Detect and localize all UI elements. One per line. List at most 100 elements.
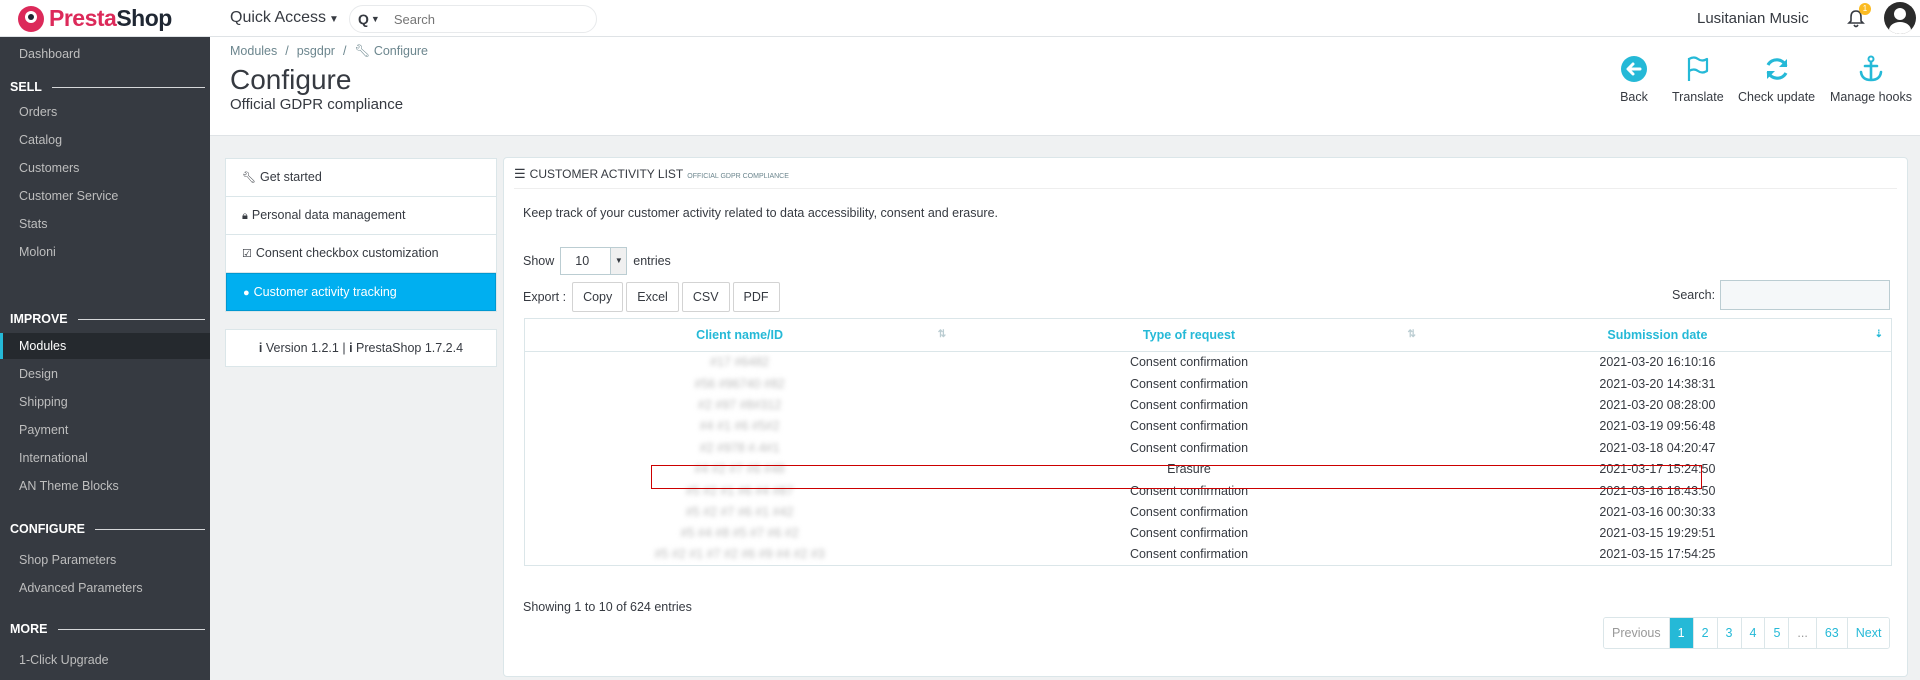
sidebar-item-modules[interactable]: Modules [0,333,210,359]
menu-consent-checkbox-customization[interactable]: ☑ Consent checkbox customization [226,235,496,273]
user-circle-icon: ● [243,287,250,299]
flag-icon [1687,56,1708,81]
table-search-input[interactable] [1720,280,1891,310]
manage-hooks-button[interactable]: Manage hooks [1830,55,1912,104]
sidebar-item-dashboard[interactable]: Dashboard [0,41,210,67]
export-csv-button[interactable]: CSV [681,282,730,312]
info-icon: i [258,341,263,355]
pagination-page-2[interactable]: 2 [1693,618,1718,648]
sidebar-item-payment[interactable]: Payment [0,417,210,443]
column-type-of-request[interactable]: Type of request ⇅ [954,318,1424,352]
list-icon: ☰ [514,166,526,181]
customer-activity-panel: ☰ CUSTOMER ACTIVITY LIST OFFICIAL GDPR C… [503,157,1908,677]
back-button[interactable]: Back [1620,55,1648,104]
table-row: #2 #978 #.4#1 Consent confirmation 2021-03… [699,440,1716,455]
sidebar-section-sell: SELL [10,80,205,94]
breadcrumb-modules[interactable]: Modules [230,44,277,59]
chevron-down-icon: ▼ [610,248,627,274]
table-row: #56 #96740 #82 Consent confirmation 2021-0… [694,376,1716,391]
sidebar-item-advanced-parameters[interactable]: Advanced Parameters [0,575,210,601]
caret-down-icon[interactable]: ▼ [371,14,380,24]
checkbox-icon: ☑ [242,248,252,260]
header-search: Q ▼ [349,5,597,33]
table-search: Search: [1672,280,1891,310]
logo-suffix: Shop [116,5,172,31]
export-pdf-button[interactable]: PDF [732,282,780,312]
sort-icon: ⇅ [1407,329,1416,340]
panel-description: Keep track of your customer activity rel… [523,206,998,220]
export-excel-button[interactable]: Excel [626,282,679,312]
panel-heading: ☰ CUSTOMER ACTIVITY LIST OFFICIAL GDPR C… [514,166,789,181]
refresh-icon [1766,58,1788,80]
page-header: Modules / psgdpr / 🔧︎ Configure Configur… [210,37,1920,136]
sidebar-item-shipping[interactable]: Shipping [0,389,210,415]
sidebar-item-stats[interactable]: Stats [0,211,210,237]
page-title: Configure [230,64,352,95]
anchor-icon [1859,55,1883,82]
breadcrumb-psgdpr[interactable]: psgdpr [297,44,335,59]
back-arrow-icon [1621,56,1647,82]
sidebar-section-more: MORE [10,622,205,636]
search-icon[interactable]: Q [358,11,369,27]
sidebar-item-customers[interactable]: Customers [0,155,210,181]
info-icon: i [349,341,353,355]
sidebar-item-an-theme-blocks[interactable]: AN Theme Blocks [0,473,210,499]
sidebar: Dashboard SELL Orders Catalog Customers … [0,37,210,680]
sidebar-item-shop-parameters[interactable]: Shop Parameters [0,547,210,573]
search-input[interactable] [393,11,554,27]
menu-customer-activity-tracking[interactable]: ● Customer activity tracking [226,273,496,311]
page-subtitle: Official GDPR compliance [230,96,404,113]
pagination-page-1[interactable]: 1 [1669,618,1694,648]
translate-button[interactable]: Translate [1672,55,1724,104]
table-row: #5 #2 #1 #6 #4 #87 Consent confirmation 20… [685,483,1716,498]
shop-name-link[interactable]: Lusitanian Music [1697,10,1809,27]
export-copy-button[interactable]: Copy [572,282,624,312]
breadcrumb-configure: Configure [373,44,429,58]
module-menu: 🔧︎ Get started 🔒︎ Personal data management… [225,158,497,312]
column-submission-date[interactable]: Submission date ⇣ [1423,318,1892,352]
caret-down-icon: ▼ [329,14,339,25]
quick-access-label: Quick Access [230,9,327,26]
table-row: #17 #6482 Consent confirmation 2021-03-20 … [710,355,1716,370]
sort-icon: ⇅ [937,329,947,340]
pagination-previous[interactable]: Previous [1604,618,1670,648]
sidebar-item-customer-service[interactable]: Customer Service [0,183,210,209]
pagination: Previous 1 2 3 4 5 ... 63 Next [1603,617,1891,649]
table-row: #4 #1 #6 #5#2 Consent confirmation 2021-03… [699,419,1716,434]
sidebar-section-configure: CONFIGURE [10,522,205,536]
menu-personal-data-management[interactable]: 🔒︎ Personal data management [226,197,496,235]
pagination-page-63[interactable]: 63 [1816,618,1848,648]
sidebar-item-international[interactable]: International [0,445,210,471]
table-row: #2 #97 #8#312 Consent confirmation 2021-03… [697,397,1716,412]
wrench-icon: 🔧︎ [354,44,371,58]
prestashop-logo[interactable]: PrestaShop [18,5,172,32]
sidebar-item-design[interactable]: Design [0,361,210,387]
quick-access-dropdown[interactable]: Quick Access ▼ [230,9,339,27]
menu-get-started[interactable]: 🔧︎ Get started [226,159,496,197]
pagination-page-4[interactable]: 4 [1741,618,1766,648]
pagination-page-3[interactable]: 3 [1717,618,1742,648]
breadcrumb: Modules / psgdpr / 🔧︎ Configure [230,44,429,59]
sidebar-item-1-click-upgrade[interactable]: 1-Click Upgrade [0,647,210,673]
table-row: #5 #2 #1 #7 #2 #6 #9 #4 #2 #3 Consent con… [654,547,1716,562]
version-info: i Version 1.2.1 | i PrestaShop 1.7.2.4 [225,329,497,367]
wrench-icon: 🔧︎ [242,172,256,184]
sidebar-section-improve: IMPROVE [10,312,205,326]
employee-avatar[interactable] [1884,2,1916,34]
column-client-name[interactable]: Client name/ID ⇅ [524,318,955,352]
pagination-next[interactable]: Next [1847,618,1890,648]
showing-entries-info: Showing 1 to 10 of 624 entries [523,600,692,614]
top-header: PrestaShop Quick Access▼ Q▼ Lusitanian M… [0,0,1920,37]
sidebar-item-moloni[interactable]: Moloni [0,239,210,265]
notification-badge: 1 [1859,3,1871,15]
pagination-page-5[interactable]: 5 [1765,618,1790,648]
logo-prefix: Presta [49,5,117,31]
lock-icon: 🔒︎ [242,210,248,222]
prestashop-logo-icon [18,5,44,32]
show-entries: Show 10 ▼ entries [523,247,671,275]
entries-select[interactable]: 10 ▼ [560,247,628,275]
pagination-ellipsis: ... [1789,618,1817,648]
check-update-button[interactable]: Check update [1738,55,1815,104]
sidebar-item-orders[interactable]: Orders [0,99,210,125]
sidebar-item-catalog[interactable]: Catalog [0,127,210,153]
